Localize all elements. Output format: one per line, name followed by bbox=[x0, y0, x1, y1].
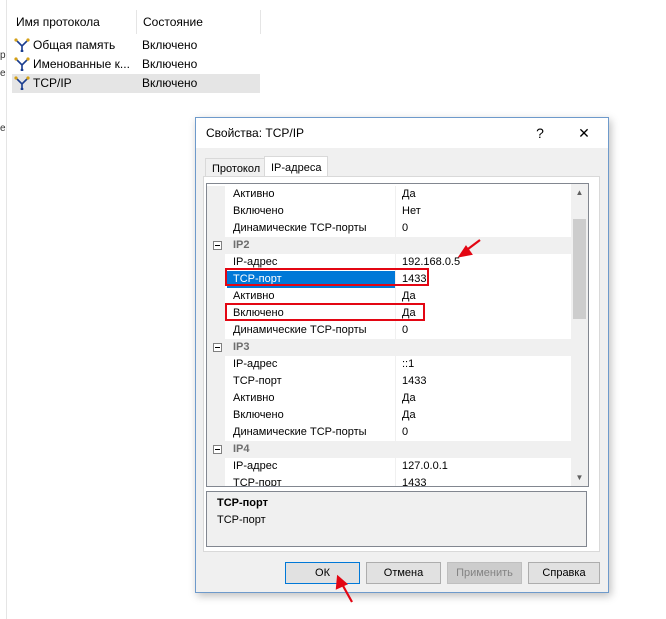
annotation-arrow-icon bbox=[457, 239, 481, 258]
annotation-arrow-icon bbox=[335, 574, 353, 603]
annotation-arrows bbox=[335, 239, 481, 603]
